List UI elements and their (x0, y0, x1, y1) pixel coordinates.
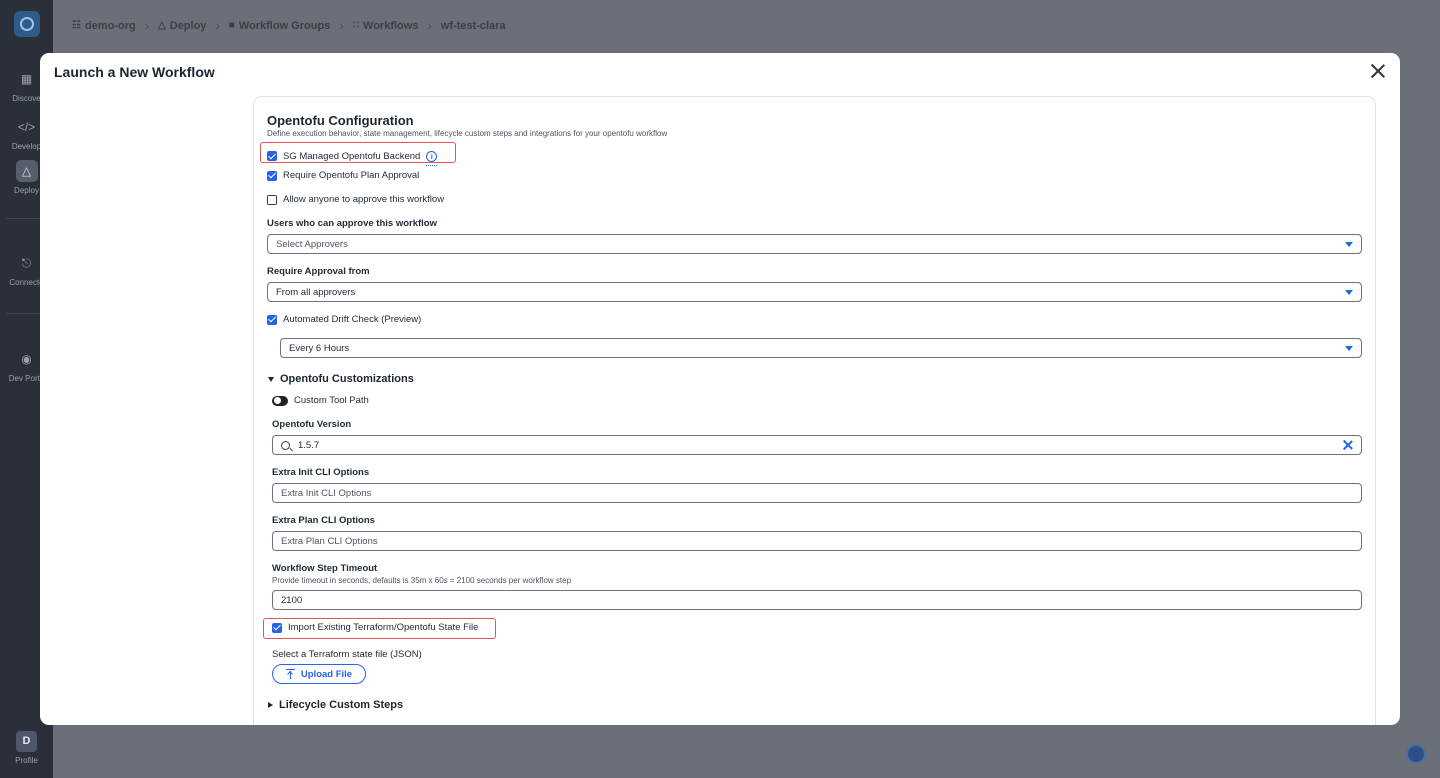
plug-icon: ⎋ (21, 256, 32, 270)
drift-check-label: Automated Drift Check (Preview) (283, 314, 422, 325)
avatar[interactable]: D (16, 731, 37, 752)
rail-item-label: Deploy (14, 186, 39, 195)
chevron-right-icon: › (215, 18, 220, 33)
init-opts-label: Extra Init CLI Options (272, 467, 370, 478)
anyone-approve-checkbox[interactable] (267, 194, 277, 205)
rail-item-label: Dev Porta (8, 374, 45, 383)
approval-from-select[interactable]: From all approvers (267, 282, 1362, 302)
lifecycle-toggle[interactable]: Lifecycle Custom Steps (268, 699, 403, 711)
portal-icon: ◉ (21, 352, 32, 366)
launch-workflow-modal: Launch a New Workflow Opentofu Configura… (40, 53, 1400, 725)
caret-down-icon (1345, 345, 1353, 351)
breadcrumb: ☷ demo-org › △ Deploy › ■ Workflow Group… (72, 18, 506, 33)
sg-backend-label: SG Managed Opentofu Backend (283, 150, 421, 162)
plan-opts-label: Extra Plan CLI Options (272, 515, 375, 526)
init-opts-placeholder: Extra Init CLI Options (281, 487, 372, 499)
rail-item-label: Connecto (9, 278, 44, 287)
drift-check-checkbox-row[interactable]: Automated Drift Check (Preview) (267, 314, 421, 325)
close-icon[interactable] (1370, 63, 1386, 79)
drift-frequency-value: Every 6 Hours (289, 342, 350, 354)
custom-tool-path-row[interactable]: Custom Tool Path (272, 395, 369, 406)
import-state-checkbox[interactable] (272, 622, 282, 633)
caret-down-icon (1345, 241, 1353, 247)
triangle-right-icon (268, 702, 273, 708)
version-value: 1.5.7 (298, 439, 320, 451)
breadcrumb-workflow-groups[interactable]: Workflow Groups (239, 20, 330, 32)
opentofu-config-card: Opentofu Configuration Define execution … (253, 96, 1376, 725)
anyone-approve-label: Allow anyone to approve this workflow (283, 194, 445, 205)
workflows-icon: ∷ (352, 20, 360, 31)
import-state-checkbox-row[interactable]: Import Existing Terraform/Opentofu State… (272, 622, 478, 633)
timeout-input[interactable]: 2100 (272, 590, 1362, 610)
upload-icon (285, 669, 295, 679)
help-button[interactable] (1406, 744, 1426, 764)
breadcrumb-deploy[interactable]: Deploy (170, 20, 207, 32)
upload-file-label: Upload File (300, 668, 353, 680)
state-file-label: Select a Terraform state file (JSON) (272, 649, 422, 660)
section-subtitle: Define execution behavior, state managem… (267, 129, 668, 138)
folder-icon: ■ (228, 20, 235, 31)
modal-title: Launch a New Workflow (54, 64, 215, 80)
chevron-right-icon: › (144, 18, 150, 33)
chevron-right-icon: › (427, 18, 432, 33)
clear-icon[interactable] (1343, 440, 1353, 450)
customizations-toggle[interactable]: Opentofu Customizations (268, 373, 414, 385)
timeout-help: Provide timeout in seconds, defaults is … (272, 576, 572, 585)
deploy-icon: △ (15, 160, 38, 182)
breadcrumb-workflows[interactable]: Workflows (363, 20, 418, 32)
chart-icon: ▦ (20, 72, 33, 86)
caret-down-icon (1345, 289, 1353, 295)
approval-from-label: Require Approval from (267, 266, 370, 277)
info-icon[interactable]: i (426, 151, 438, 162)
timeout-value: 2100 (281, 594, 303, 606)
plan-opts-input[interactable]: Extra Plan CLI Options (272, 531, 1362, 551)
plan-approval-checkbox-row[interactable]: Require Opentofu Plan Approval (267, 170, 419, 181)
org-icon: ☷ (72, 20, 81, 31)
breadcrumb-current: wf-test-clara (440, 19, 506, 32)
deploy-icon: △ (158, 20, 166, 31)
app-logo[interactable] (14, 11, 40, 37)
chevron-right-icon: › (339, 18, 344, 33)
rail-item-label: Develop (11, 142, 42, 151)
code-icon: </> (17, 120, 36, 134)
drift-check-checkbox[interactable] (267, 314, 277, 325)
custom-tool-path-label: Custom Tool Path (294, 395, 369, 406)
customizations-title: Opentofu Customizations (280, 373, 414, 385)
timeout-label: Workflow Step Timeout (272, 563, 378, 574)
anyone-approve-checkbox-row[interactable]: Allow anyone to approve this workflow (267, 194, 444, 205)
plan-approval-checkbox[interactable] (267, 170, 277, 181)
breadcrumb-org[interactable]: demo-org (85, 20, 136, 32)
version-search-input[interactable]: 1.5.7 (272, 435, 1362, 455)
logo-icon (20, 17, 34, 31)
approvers-placeholder: Select Approvers (276, 238, 348, 250)
plan-opts-placeholder: Extra Plan CLI Options (281, 535, 378, 547)
custom-tool-path-toggle[interactable] (272, 395, 288, 406)
section-title: Opentofu Configuration (267, 113, 414, 128)
approvers-select[interactable]: Select Approvers (267, 234, 1362, 254)
search-icon (281, 440, 290, 450)
approvers-label: Users who can approve this workflow (267, 218, 437, 229)
triangle-down-icon (268, 376, 274, 382)
init-opts-input[interactable]: Extra Init CLI Options (272, 483, 1362, 503)
drift-frequency-select[interactable]: Every 6 Hours (280, 338, 1362, 358)
sg-backend-checkbox-row[interactable]: SG Managed Opentofu Backend i (267, 146, 438, 166)
rail-item-label: Discove (12, 94, 41, 103)
lifecycle-title: Lifecycle Custom Steps (279, 699, 404, 711)
approval-from-value: From all approvers (276, 286, 356, 298)
import-state-label: Import Existing Terraform/Opentofu State… (288, 622, 479, 633)
plan-approval-label: Require Opentofu Plan Approval (283, 170, 420, 181)
info-icon-wrap[interactable]: i (426, 146, 438, 166)
version-label: Opentofu Version (272, 419, 352, 430)
upload-file-button[interactable]: Upload File (272, 664, 366, 684)
profile-label: Profile (15, 756, 38, 765)
sg-backend-checkbox[interactable] (267, 151, 277, 161)
